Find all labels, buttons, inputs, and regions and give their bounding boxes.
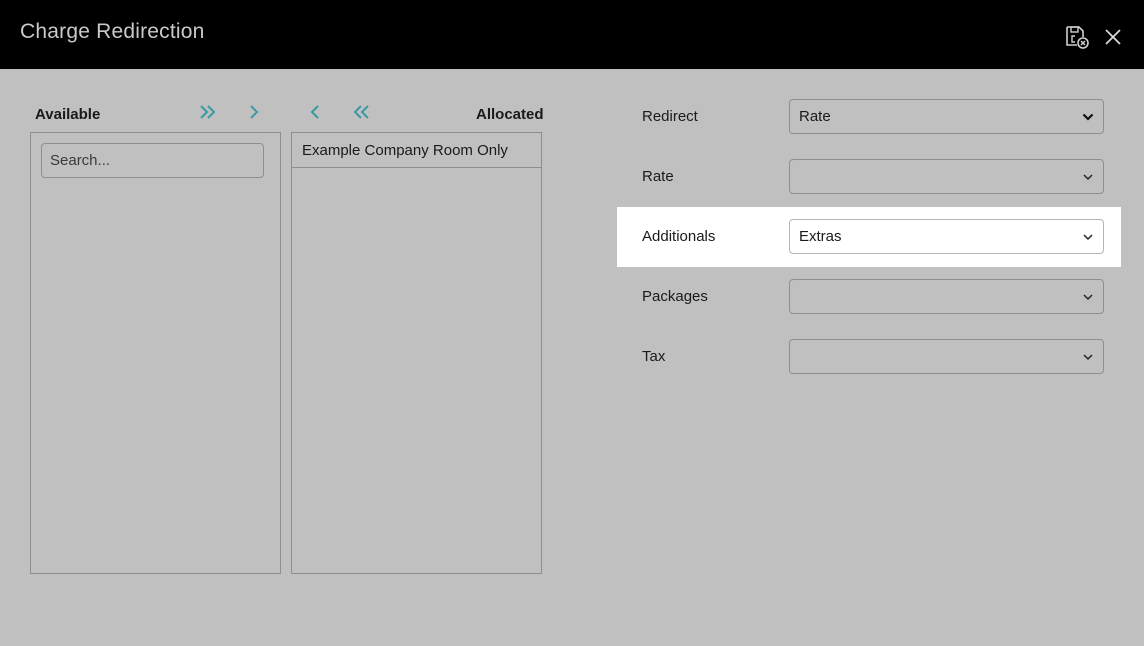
packages-label: Packages <box>642 288 708 305</box>
additionals-value: Extras <box>799 228 842 245</box>
available-list[interactable] <box>30 132 281 574</box>
chevron-down-icon <box>1083 354 1093 361</box>
search-input[interactable] <box>41 143 264 178</box>
redirect-select[interactable]: Rate <box>789 99 1104 134</box>
tax-select[interactable] <box>789 339 1104 374</box>
available-label: Available <box>35 106 101 123</box>
save-cancel-icon[interactable] <box>1064 24 1090 50</box>
chevron-down-icon <box>1083 174 1093 181</box>
chevron-down-icon <box>1082 113 1094 121</box>
move-all-left-icon[interactable] <box>349 100 373 124</box>
allocated-list[interactable]: Example Company Room Only <box>291 132 542 574</box>
redirect-value: Rate <box>799 108 831 125</box>
move-right-icon[interactable] <box>242 100 266 124</box>
window-title: Charge Redirection <box>20 20 205 43</box>
chevron-down-icon <box>1083 294 1093 301</box>
additionals-select[interactable]: Extras <box>789 219 1104 254</box>
redirect-label: Redirect <box>642 108 698 125</box>
move-all-right-icon[interactable] <box>196 100 220 124</box>
additionals-label: Additionals <box>642 228 716 245</box>
chevron-down-icon <box>1083 234 1093 241</box>
list-item[interactable]: Example Company Room Only <box>292 133 541 168</box>
allocated-label: Allocated <box>476 106 544 123</box>
tax-label: Tax <box>642 348 666 365</box>
rate-select[interactable] <box>789 159 1104 194</box>
title-bar: Charge Redirection <box>0 0 1144 69</box>
packages-select[interactable] <box>789 279 1104 314</box>
rate-label: Rate <box>642 168 674 185</box>
close-icon[interactable] <box>1102 26 1124 48</box>
move-left-icon[interactable] <box>303 100 327 124</box>
